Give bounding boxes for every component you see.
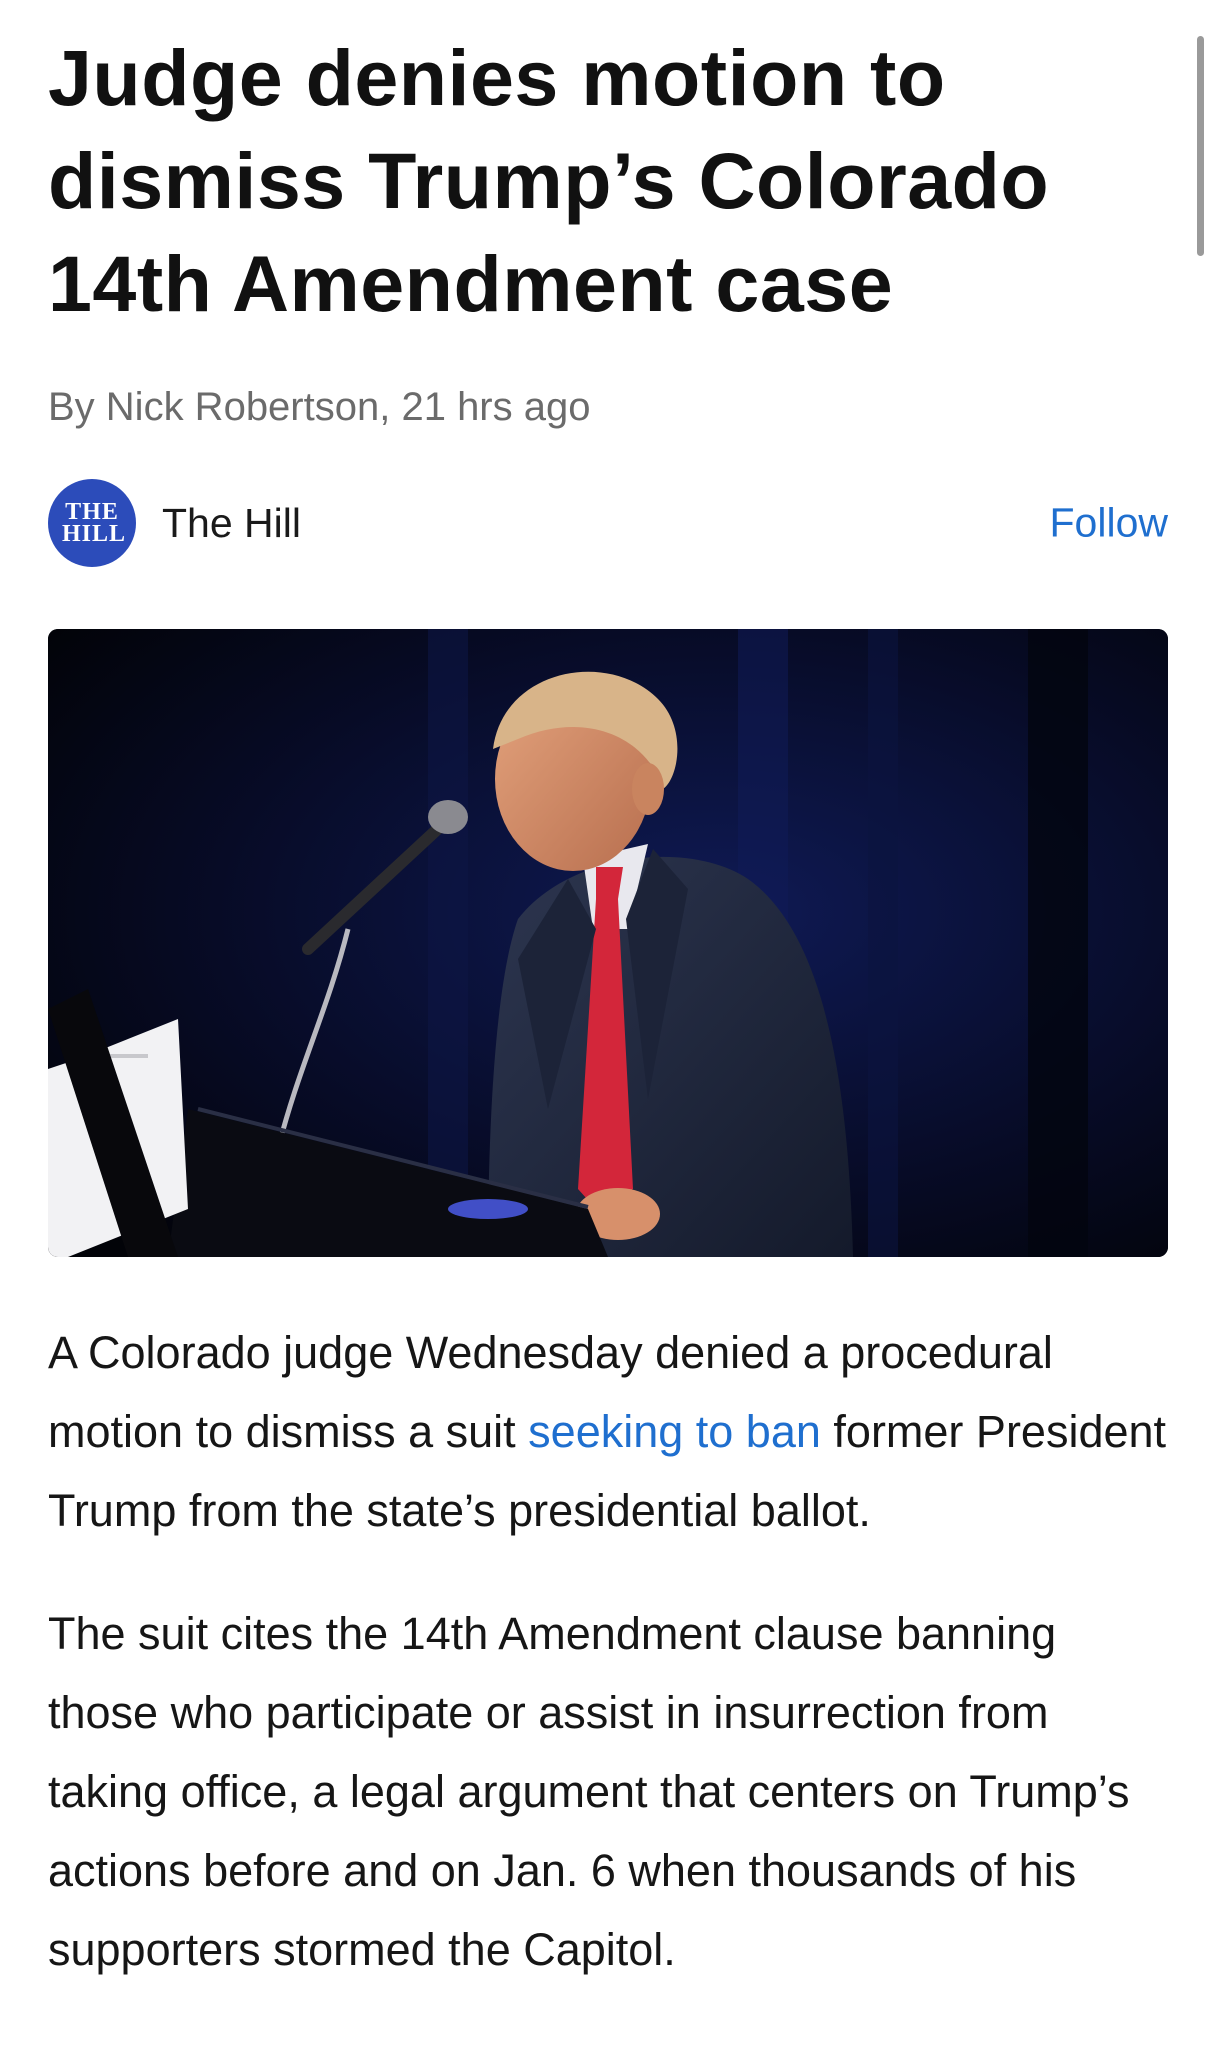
scrollbar[interactable] xyxy=(1197,36,1204,256)
logo-line-1: THE xyxy=(65,499,119,525)
follow-button[interactable]: Follow xyxy=(1050,500,1168,547)
article-headline: Judge denies motion to dismiss Trump’s C… xyxy=(48,33,1050,328)
the-hill-logo-icon[interactable]: THE HILL xyxy=(48,479,136,567)
article-photo xyxy=(48,629,1168,1257)
article-paragraph-1: A Colorado judge Wednesday denied a proc… xyxy=(48,1313,1168,1550)
article-paragraph-2: The suit cites the 14th Amendment clause… xyxy=(48,1608,1130,1975)
news-photo-icon xyxy=(48,629,1168,1257)
source-row: THE HILL The Hill Follow xyxy=(48,475,1168,571)
logo-line-2: HILL xyxy=(61,521,127,547)
seeking-to-ban-link[interactable]: seeking to ban xyxy=(528,1406,821,1457)
article-byline: By Nick Robertson, 21 hrs ago xyxy=(48,385,591,429)
source-name[interactable]: The Hill xyxy=(162,499,301,547)
article-page: Judge denies motion to dismiss Trump’s C… xyxy=(48,0,1168,1989)
